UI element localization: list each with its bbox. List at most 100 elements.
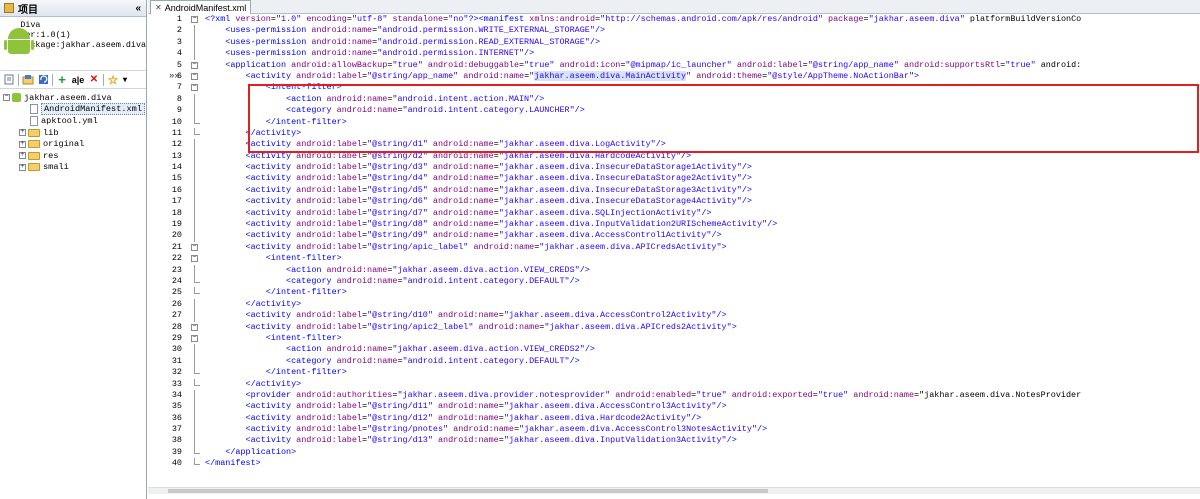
fold-gutter (185, 196, 205, 208)
collapse-icon[interactable]: − (3, 94, 10, 102)
collapse-panel-button[interactable]: « (135, 3, 141, 14)
code-line[interactable]: 32 </intent-filter> (148, 367, 1200, 378)
code-text: </activity> (245, 127, 302, 138)
folder-open-icon[interactable] (22, 74, 34, 86)
code-line[interactable]: 6−»» <activity android:label="@string/ap… (148, 70, 1200, 82)
code-line[interactable]: 28 − <activity android:label="@string/api… (148, 322, 1200, 333)
code-line[interactable]: 1 − <?xml version="1.0" encoding="utf-8" s… (148, 14, 1200, 25)
favorite-dropdown-button[interactable]: ▾ (122, 74, 128, 86)
code-line[interactable]: 10 </intent-filter> (148, 116, 1200, 128)
code-line[interactable]: 3 <uses-permission android:name="android… (148, 36, 1200, 49)
fold-gutter (185, 389, 205, 402)
code-line[interactable]: 7 − <intent-filter> (148, 82, 1200, 93)
expand-icon[interactable]: + (19, 129, 26, 137)
code-text: <activity android:label="@string/d6" and… (245, 196, 752, 207)
code-text: <activity android:label="@string/d3" and… (245, 162, 752, 173)
tree-item-apktool[interactable]: apktool.yml (0, 115, 146, 127)
code-line[interactable]: 15 <activity android:label="@string/d4" … (148, 173, 1200, 185)
fold-toggle-icon[interactable]: − (191, 334, 198, 342)
fold-line (194, 424, 195, 436)
code-line[interactable]: 12 <activity android:label="@string/d1" … (148, 139, 1200, 151)
apk-icon (12, 93, 21, 103)
code-line[interactable]: 36 <activity android:label="@string/d12"… (148, 412, 1200, 425)
expand-icon[interactable]: + (19, 152, 26, 160)
code-line[interactable]: 33 </activity> (148, 378, 1200, 390)
code-text: <activity android:label="@string/apic_la… (245, 241, 727, 252)
horizontal-scrollbar[interactable] (148, 487, 1200, 494)
refresh-icon[interactable] (37, 74, 49, 86)
fold-toggle-icon[interactable]: − (191, 16, 198, 23)
code-line[interactable]: 34 <provider android:authorities="jakhar… (148, 389, 1200, 402)
fold-line (194, 207, 195, 220)
fold-gutter: − (185, 322, 205, 333)
code-line[interactable]: 40 </manifest> (148, 458, 1200, 469)
tree-item-original[interactable]: + original (0, 138, 146, 150)
tree-item-res[interactable]: + res (0, 150, 146, 162)
code-line[interactable]: 9 <category android:name="android.intent… (148, 105, 1200, 117)
code-text: </intent-filter> (265, 116, 347, 127)
code-line[interactable]: 23 <action android:name="jakhar.aseem.di… (148, 264, 1200, 276)
code-line[interactable]: 27 <activity android:label="@string/d10"… (148, 310, 1200, 322)
document-icon[interactable] (3, 74, 15, 86)
close-tab-icon[interactable]: ✕ (155, 2, 162, 14)
code-line[interactable]: 20 <activity android:label="@string/d9" … (148, 230, 1200, 242)
code-text: <intent-filter> (265, 332, 342, 343)
expand-icon[interactable]: + (19, 140, 26, 148)
code-line[interactable]: 21 − <activity android:label="@string/api… (148, 242, 1200, 253)
tab-label: AndroidManifest.xml (164, 2, 247, 13)
code-editor[interactable]: 1− <?xml version="1.0" encoding="utf-8" s… (148, 14, 1200, 494)
code-line[interactable]: 39 </application> (148, 446, 1200, 458)
code-line[interactable]: 29 − <intent-filter> (148, 333, 1200, 344)
code-text: <activity android:label="@string/app_nam… (245, 70, 920, 81)
fold-gutter (185, 139, 205, 151)
fold-gutter (185, 424, 205, 436)
line-number: 21 (171, 241, 182, 252)
code-line[interactable]: 35 <activity android:label="@string/d11"… (148, 401, 1200, 413)
fold-toggle-icon[interactable]: − (191, 61, 198, 69)
code-line[interactable]: 19 <activity android:label="@string/d8" … (148, 219, 1200, 231)
tree-item-manifest[interactable]: AndroidManifest.xml (0, 103, 146, 116)
line-number: 5 (176, 59, 182, 70)
code-line[interactable]: 38 <activity android:label="@string/d13"… (148, 435, 1200, 447)
code-line[interactable]: 24 <category android:name="android.inten… (148, 275, 1200, 287)
code-text: <activity android:label="@string/apic2_l… (245, 321, 737, 332)
project-icon (4, 3, 14, 13)
tab-androidmanifest[interactable]: ✕ AndroidManifest.xml (150, 0, 252, 14)
tree-item-label: jakhar.aseem.diva (24, 92, 112, 103)
delete-button[interactable]: ✕ (88, 74, 100, 86)
code-line[interactable]: 5 − <application android:allowBackup="tru… (148, 60, 1200, 71)
fold-toggle-icon[interactable]: − (191, 84, 198, 92)
fold-toggle-icon[interactable]: − (191, 243, 198, 251)
tree-item-smali[interactable]: + smali (0, 162, 146, 174)
code-line[interactable]: 2 <uses-permission android:name="android… (148, 25, 1200, 37)
code-line[interactable]: 25 </intent-filter> (148, 287, 1200, 298)
add-button[interactable]: + (56, 72, 68, 87)
code-line[interactable]: 17 <activity android:label="@string/d6" … (148, 196, 1200, 208)
tree-item-root[interactable]: − jakhar.aseem.diva (0, 92, 146, 104)
rename-button[interactable]: a|e (71, 74, 85, 86)
file-icon (30, 115, 38, 126)
fold-end-marker (194, 287, 200, 295)
code-line[interactable]: 8 <action android:name="android.intent.a… (148, 93, 1200, 106)
tree-item-lib[interactable]: + lib (0, 127, 146, 139)
fold-toggle-icon[interactable]: − (191, 72, 198, 80)
expand-icon[interactable]: + (19, 163, 26, 171)
fold-toggle-icon[interactable]: − (191, 323, 198, 331)
code-line[interactable]: 13 <activity android:label="@string/d2" … (148, 150, 1200, 163)
code-line[interactable]: 18 <activity android:label="@string/d7" … (148, 207, 1200, 220)
code-line[interactable]: 4 <uses-permission android:name="android… (148, 48, 1200, 60)
fold-toggle-icon[interactable]: − (191, 255, 198, 263)
line-number: 28 (171, 321, 182, 332)
favorite-button[interactable]: ☆ (107, 73, 119, 87)
code-line[interactable]: 26 </activity> (148, 298, 1200, 311)
code-line[interactable]: 30 <action android:name="jakhar.aseem.di… (148, 344, 1200, 356)
code-line[interactable]: 22 − <intent-filter> (148, 253, 1200, 264)
code-line[interactable]: 37 <activity android:label="@string/pnot… (148, 424, 1200, 436)
code-line[interactable]: 31 <category android:name="android.inten… (148, 355, 1200, 368)
fold-gutter: − »» (169, 71, 205, 82)
code-line[interactable]: 16 <activity android:label="@string/d5" … (148, 184, 1200, 197)
code-line[interactable]: 11 </activity> (148, 127, 1200, 139)
code-line[interactable]: 14 <activity android:label="@string/d3" … (148, 162, 1200, 174)
scrollbar-thumb[interactable] (168, 489, 768, 493)
line-number: 39 (171, 446, 182, 457)
